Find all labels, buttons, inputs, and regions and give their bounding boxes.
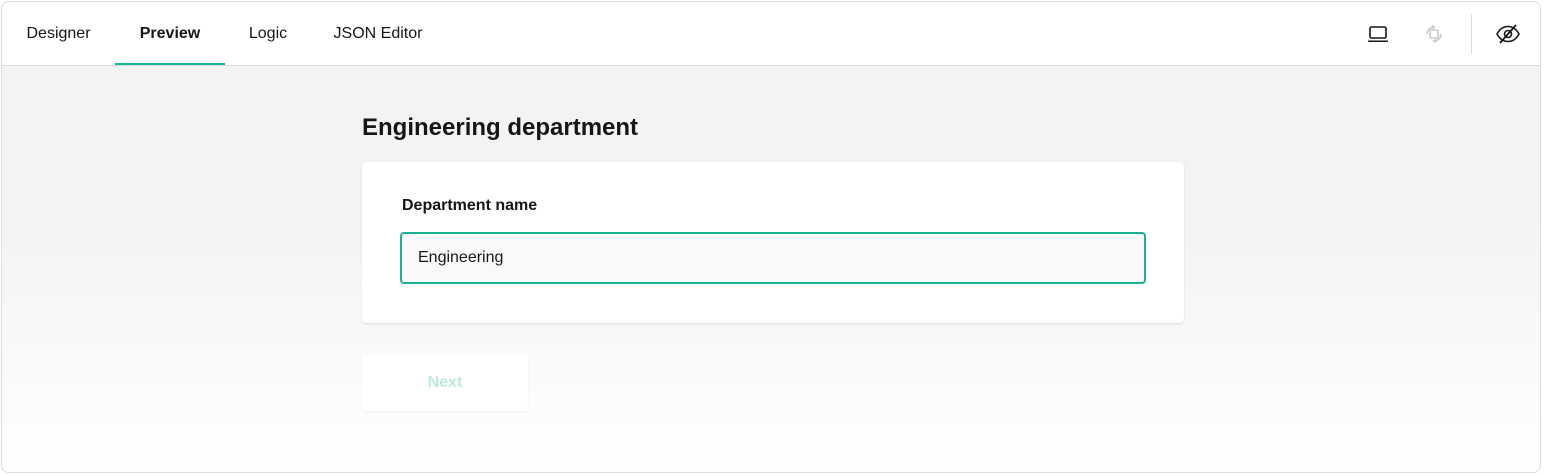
rotate-orientation-icon	[1426, 24, 1442, 44]
device-select-button[interactable]	[1358, 14, 1398, 54]
top-tab-bar: Designer Preview Logic JSON Editor	[2, 2, 1540, 66]
question-panel: Department name	[362, 162, 1184, 323]
eye-off-icon	[1496, 24, 1520, 44]
tab-json-editor[interactable]: JSON Editor	[311, 2, 445, 65]
question-title: Department name	[402, 197, 538, 214]
toolbar-separator	[1471, 14, 1472, 54]
orientation-toggle-button[interactable]	[1414, 14, 1454, 54]
tab-preview[interactable]: Preview	[115, 2, 225, 65]
laptop-icon	[1368, 26, 1388, 42]
show-invisible-elements-button[interactable]	[1488, 14, 1528, 54]
department-name-input[interactable]	[400, 232, 1146, 284]
survey-creator-window: Designer Preview Logic JSON Editor Engin…	[1, 1, 1541, 473]
next-button[interactable]: Next	[362, 354, 528, 411]
tab-logic[interactable]: Logic	[225, 2, 311, 65]
tab-designer[interactable]: Designer	[2, 2, 115, 65]
survey-title: Engineering department	[362, 114, 639, 141]
